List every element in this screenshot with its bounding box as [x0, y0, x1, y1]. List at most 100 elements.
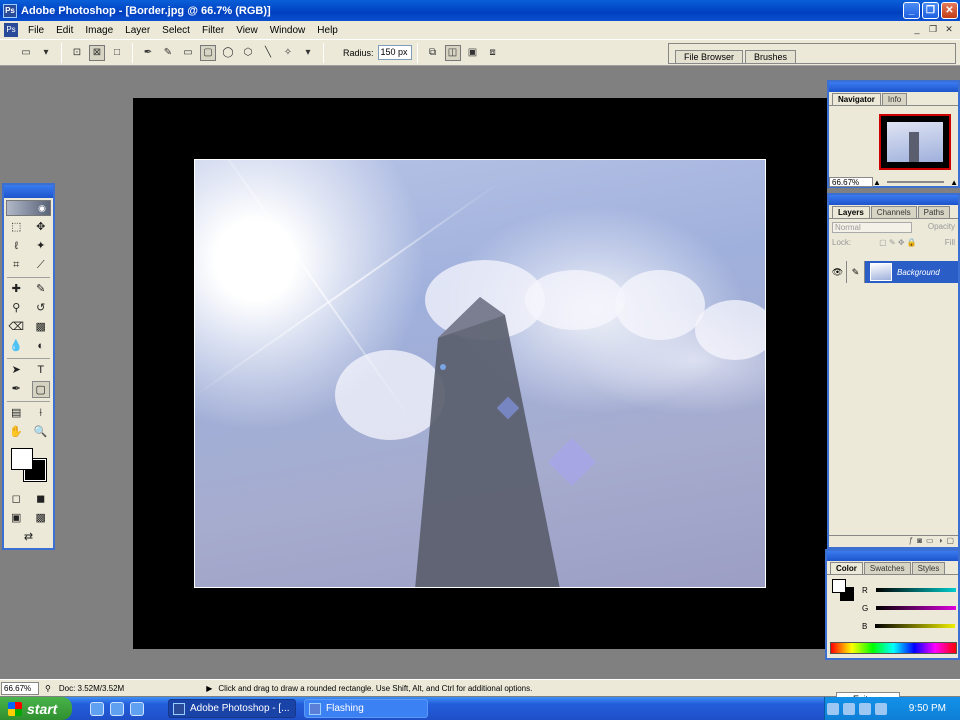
radius-input[interactable]: 150 px: [377, 45, 412, 60]
menu-view[interactable]: View: [230, 25, 264, 36]
toolbox-title-bar[interactable]: [4, 185, 53, 198]
magic-wand-icon[interactable]: ✦: [32, 238, 50, 255]
healing-brush-icon[interactable]: ✚: [7, 281, 25, 298]
doc-size[interactable]: Doc: 3.52M/3.52M: [59, 684, 124, 693]
media-icon[interactable]: [110, 701, 124, 716]
tray-icon[interactable]: [858, 702, 871, 715]
menu-window[interactable]: Window: [264, 25, 312, 36]
crop-icon[interactable]: ⌗: [7, 257, 25, 274]
full-screen-icon[interactable]: ▩: [32, 510, 50, 527]
zoom-in-icon[interactable]: ▲: [950, 178, 958, 187]
eyedropper-icon[interactable]: ⟊: [32, 405, 50, 422]
intersect-shape-icon[interactable]: ▣: [465, 45, 481, 61]
screen-mode-icon[interactable]: ▣: [7, 510, 25, 527]
task-photoshop[interactable]: Adobe Photoshop - [...: [168, 699, 296, 718]
subtract-shape-icon[interactable]: ◫: [444, 44, 461, 61]
lock-icons[interactable]: ▢ ✎ ✥ 🔒: [879, 238, 917, 247]
adjustment-layer-icon[interactable]: ◑: [938, 536, 943, 547]
slice-icon[interactable]: ⟋: [32, 257, 50, 274]
gradient-icon[interactable]: ▩: [32, 319, 50, 336]
document-icon[interactable]: Ps: [4, 23, 18, 37]
tray-icon[interactable]: [842, 702, 855, 715]
new-layer-icon[interactable]: ▢: [946, 536, 954, 547]
fill-pixels-icon[interactable]: □: [109, 45, 125, 61]
tab-paths[interactable]: Paths: [917, 206, 951, 218]
menu-help[interactable]: Help: [311, 25, 344, 36]
brush-icon[interactable]: ✎: [847, 261, 865, 283]
blue-slider[interactable]: [875, 624, 956, 628]
palette-title-bar[interactable]: [827, 551, 958, 561]
standard-mode-icon[interactable]: ◻: [7, 491, 25, 508]
clone-stamp-icon[interactable]: ⚲: [7, 300, 25, 317]
rounded-rectangle-icon[interactable]: ▢: [200, 44, 216, 61]
minimize-button[interactable]: _: [903, 2, 920, 19]
ellipse-icon[interactable]: ◯: [220, 45, 236, 61]
zoom-slider[interactable]: [886, 181, 945, 183]
zoom-out-icon[interactable]: ▲: [873, 178, 881, 187]
notes-icon[interactable]: ▤: [7, 405, 25, 422]
shape-layers-icon[interactable]: ⊡: [69, 45, 85, 61]
tab-color[interactable]: Color: [830, 562, 863, 574]
paths-icon[interactable]: ⊠: [89, 44, 105, 61]
browser-icon[interactable]: [90, 701, 104, 716]
tab-channels[interactable]: Channels: [870, 206, 917, 218]
zoom-icon[interactable]: 🔍: [32, 424, 50, 441]
path-selection-icon[interactable]: ➤: [7, 362, 25, 379]
eye-icon[interactable]: 👁: [829, 261, 847, 283]
document-image[interactable]: [194, 159, 766, 588]
palette-title-bar[interactable]: [829, 195, 958, 205]
tab-info[interactable]: Info: [881, 93, 908, 105]
layer-row-background[interactable]: 👁 ✎ Background: [829, 261, 958, 283]
exclude-shape-icon[interactable]: ⧈: [485, 45, 501, 61]
tab-styles[interactable]: Styles: [911, 562, 946, 574]
blur-icon[interactable]: 💧: [7, 338, 25, 355]
tab-brushes[interactable]: Brushes: [745, 50, 797, 63]
maximize-button[interactable]: ❐: [922, 2, 939, 19]
menu-layer[interactable]: Layer: [119, 25, 156, 36]
quick-mask-icon[interactable]: ◼: [32, 491, 50, 508]
mask-icon[interactable]: ◙: [917, 536, 922, 547]
type-icon[interactable]: T: [32, 362, 50, 379]
color-fg-bg[interactable]: [832, 579, 856, 603]
menu-filter[interactable]: Filter: [196, 25, 230, 36]
blend-mode-select[interactable]: Normal: [832, 222, 912, 233]
doc-close-button[interactable]: ✕: [942, 23, 956, 36]
green-slider[interactable]: [876, 606, 957, 610]
hand-icon[interactable]: ✋: [7, 424, 25, 441]
color-spectrum[interactable]: [830, 642, 957, 654]
navigator-zoom-input[interactable]: 66.67%: [829, 177, 873, 187]
photoshop-launch-icon[interactable]: [130, 701, 144, 716]
navigator-thumbnail[interactable]: [879, 114, 951, 170]
move-icon[interactable]: ✥: [32, 219, 50, 236]
tab-file-browser[interactable]: File Browser: [675, 50, 744, 63]
new-set-icon[interactable]: ▭: [926, 536, 934, 547]
freeform-pen-icon[interactable]: ✎: [160, 45, 176, 61]
menu-file[interactable]: File: [22, 25, 50, 36]
layer-style-icon[interactable]: ƒ: [909, 536, 913, 547]
tray-icon[interactable]: [826, 702, 839, 715]
tool-preset-icon[interactable]: ▭: [18, 45, 34, 61]
chevron-down-icon[interactable]: ▾: [38, 45, 54, 61]
rounded-rectangle-tool-icon[interactable]: ▢: [31, 381, 50, 398]
pen-tool-icon[interactable]: ✒: [7, 381, 25, 398]
menu-select[interactable]: Select: [156, 25, 196, 36]
close-button[interactable]: ✕: [941, 2, 958, 19]
brush-icon[interactable]: ✎: [32, 281, 50, 298]
status-zoom-input[interactable]: 66.67%: [1, 681, 39, 695]
pen-icon[interactable]: ✒: [140, 45, 156, 61]
doc-restore-button[interactable]: ❐: [926, 23, 940, 36]
line-icon[interactable]: ╲: [260, 45, 276, 61]
jump-to-imageready-icon[interactable]: ⇄: [20, 529, 38, 546]
clock[interactable]: 9:50 PM: [909, 703, 946, 714]
eraser-icon[interactable]: ⌫: [7, 319, 25, 336]
doc-minimize-button[interactable]: _: [910, 23, 924, 36]
photoshop-eye-icon[interactable]: ◉: [6, 200, 51, 216]
tab-navigator[interactable]: Navigator: [832, 93, 881, 105]
polygon-icon[interactable]: ⬡: [240, 45, 256, 61]
add-shape-icon[interactable]: ⧉: [425, 45, 441, 61]
foreground-color-chip[interactable]: [832, 579, 846, 593]
menu-edit[interactable]: Edit: [50, 25, 79, 36]
dodge-icon[interactable]: ◐: [32, 338, 50, 355]
marquee-icon[interactable]: ⬚: [7, 219, 25, 236]
menu-image[interactable]: Image: [79, 25, 119, 36]
